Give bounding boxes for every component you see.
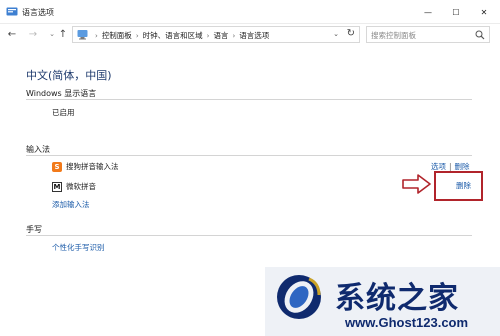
personalize-handwriting-link[interactable]: 个性化手写识别 — [52, 242, 105, 253]
search-input[interactable] — [371, 29, 471, 41]
breadcrumb-language-options[interactable]: 语言选项 — [239, 30, 269, 41]
search-box[interactable] — [366, 26, 490, 43]
watermark: 系统之家 www.Ghost123.com — [265, 267, 500, 336]
up-arrow-icon: ↑ — [58, 28, 68, 40]
input-method-item: S 搜狗拼音输入法 — [52, 161, 119, 172]
language-options-icon — [6, 7, 18, 16]
handwriting-label: 手写 — [26, 225, 42, 234]
up-button[interactable]: ↑ — [56, 27, 70, 41]
maximize-icon: ☐ — [452, 7, 460, 17]
close-button[interactable]: ✕ — [470, 0, 498, 24]
input-method-item: M 微软拼音 — [52, 181, 96, 192]
brand-logo-icon — [277, 275, 321, 319]
search-icon[interactable] — [475, 30, 485, 40]
control-panel-icon — [77, 30, 88, 40]
display-language-status: 已启用 — [52, 108, 75, 117]
back-button[interactable]: ← — [5, 27, 19, 41]
breadcrumb-separator: › — [95, 31, 98, 40]
breadcrumb-separator: › — [232, 31, 236, 40]
arrow-annotation-icon — [402, 174, 431, 194]
maximize-button[interactable]: ☐ — [442, 0, 470, 24]
breadcrumb-separator: › — [135, 31, 139, 40]
close-icon: ✕ — [480, 7, 488, 17]
title-bar: 语言选项 — ☐ ✕ — [0, 0, 500, 24]
breadcrumb: › 控制面板 › 时钟、语言和区域 › 语言 › 语言选项 — [91, 30, 269, 41]
remove-link[interactable]: 删除 — [456, 180, 471, 191]
breadcrumb-language[interactable]: 语言 — [213, 30, 228, 41]
address-bar[interactable]: › 控制面板 › 时钟、语言和区域 › 语言 › 语言选项 ⌄ ↻ — [72, 26, 360, 43]
watermark-brand: 系统之家 — [335, 281, 459, 316]
input-method-name: 搜狗拼音输入法 — [66, 162, 119, 171]
input-method-name: 微软拼音 — [66, 182, 96, 191]
breadcrumb-separator: › — [206, 31, 210, 40]
forward-arrow-icon: → — [28, 28, 38, 40]
forward-button[interactable]: → — [26, 27, 40, 41]
language-title: 中文(简体，中国) — [26, 69, 112, 82]
chevron-down-icon: ⌄ — [49, 30, 55, 38]
minimize-icon: — — [424, 7, 432, 17]
section-divider — [26, 99, 472, 100]
window-title: 语言选项 — [22, 8, 54, 17]
breadcrumb-clock-language-region[interactable]: 时钟、语言和区域 — [143, 30, 203, 41]
display-language-label: Windows 显示语言 — [26, 89, 97, 98]
section-divider — [26, 155, 472, 156]
back-arrow-icon: ← — [7, 28, 17, 40]
microsoft-pinyin-icon: M — [52, 181, 62, 192]
sogou-icon: S — [52, 161, 62, 172]
address-dropdown-icon[interactable]: ⌄ — [333, 30, 339, 38]
link-separator: | — [449, 162, 452, 171]
watermark-url: www.Ghost123.com — [345, 315, 469, 330]
add-input-method-link[interactable]: 添加输入法 — [52, 199, 90, 210]
section-divider — [26, 235, 472, 236]
minimize-button[interactable]: — — [414, 0, 442, 24]
breadcrumb-control-panel[interactable]: 控制面板 — [102, 30, 132, 41]
refresh-icon[interactable]: ↻ — [347, 28, 355, 39]
input-method-label: 输入法 — [26, 145, 50, 154]
navigation-bar: ← → ⌄ ↑ › 控制面板 › 时钟、语言和区域 › 语言 › 语言选项 ⌄ … — [0, 24, 500, 46]
